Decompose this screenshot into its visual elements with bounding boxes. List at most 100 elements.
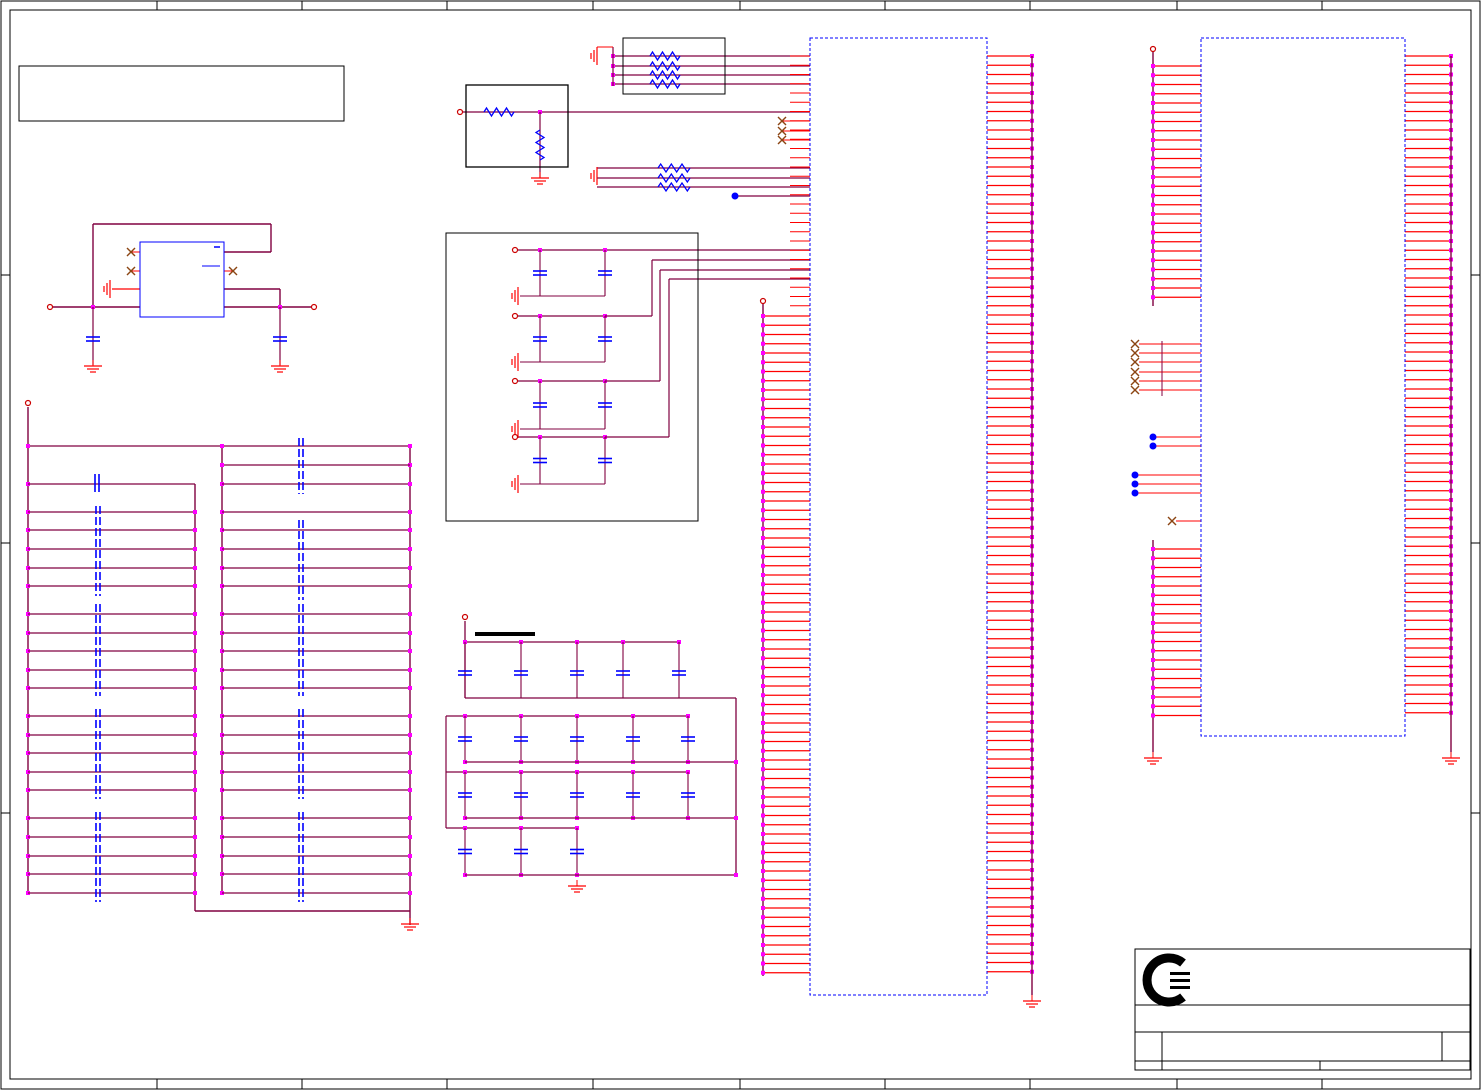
junction-icon [761, 804, 765, 809]
junction-icon [761, 739, 765, 744]
junction-icon [1151, 621, 1155, 625]
junction-icon [408, 788, 412, 792]
junction-icon [408, 547, 412, 551]
power-port-icon [310, 303, 318, 311]
junction-icon [1151, 101, 1155, 105]
title-block [1134, 948, 1471, 1071]
main-ic-2 [1200, 37, 1406, 737]
junction-icon [1151, 165, 1155, 170]
junction-icon [761, 397, 765, 402]
power-port-icon [456, 108, 464, 116]
junction-icon [1151, 147, 1155, 152]
junction-icon [1151, 648, 1155, 653]
junction-icon [193, 510, 197, 514]
ground-icon [590, 167, 598, 185]
junction-icon [761, 878, 765, 883]
power-port-icon [511, 377, 519, 385]
resistor-zigzag [649, 69, 681, 81]
junction-icon [193, 835, 197, 839]
junction-icon [193, 668, 197, 672]
junction-icon [761, 896, 765, 901]
no-connect-icon [1130, 367, 1140, 377]
junction-icon [761, 462, 765, 466]
outer-border [0, 0, 1481, 1090]
inner-border [9, 9, 1472, 1080]
junction-icon [193, 686, 197, 690]
junction-icon [1151, 258, 1155, 263]
junction-icon [761, 859, 765, 864]
power-port-icon [46, 303, 54, 311]
junction-icon [1151, 64, 1155, 68]
junction-icon [1151, 73, 1155, 78]
junction-icon [408, 816, 412, 820]
resistor-icon [657, 181, 691, 193]
junction-icon [761, 406, 765, 411]
junction-icon [761, 545, 765, 550]
junction-icon [408, 891, 412, 895]
junction-icon [761, 730, 765, 735]
junction-icon [408, 872, 412, 876]
junction-icon [761, 850, 765, 855]
junction-icon [26, 444, 30, 448]
junction-icon [1151, 91, 1155, 96]
ground-icon [568, 880, 586, 893]
junction-icon [761, 647, 765, 651]
junction-icon [1151, 602, 1155, 607]
junction-icon [1151, 658, 1155, 662]
junction-icon [1151, 704, 1155, 709]
junction-icon [1151, 230, 1155, 235]
company-logo-icon [1142, 953, 1190, 1007]
junction-icon [1131, 480, 1139, 488]
junction-icon [761, 933, 765, 938]
resistor-icon [657, 172, 691, 184]
junction-icon [1151, 574, 1155, 579]
junction-icon [1151, 639, 1155, 644]
junction-icon [761, 591, 765, 596]
junction-icon [408, 714, 412, 718]
sheet-frame [0, 0, 1481, 1090]
ground-icon [531, 172, 549, 185]
schematic-sheet [0, 0, 1481, 1090]
junction-icon [1151, 110, 1155, 115]
junction-icon [1151, 611, 1155, 616]
junction-icon [761, 526, 765, 531]
ground-icon [401, 918, 419, 931]
ground-icon [103, 280, 111, 298]
ground-icon [1144, 752, 1162, 765]
resistor-icon [657, 162, 691, 174]
resistor-icon [483, 106, 515, 118]
power-port-icon [511, 433, 519, 441]
junction-icon [1151, 193, 1155, 198]
junction-icon [193, 891, 197, 895]
ground-icon [271, 360, 289, 373]
junction-icon [761, 378, 765, 383]
junction-icon [408, 482, 412, 486]
junction-icon [1151, 676, 1155, 681]
junction-icon [761, 480, 765, 485]
junction-icon [761, 684, 765, 688]
junction-icon [761, 517, 765, 522]
junction-icon [193, 751, 197, 755]
junction-icon [1151, 119, 1155, 124]
junction-icon [761, 748, 765, 753]
junction-icon [761, 425, 765, 429]
junction-icon [193, 733, 197, 737]
junction-icon [1151, 138, 1155, 142]
junction-icon [761, 721, 765, 725]
junction-icon [761, 323, 765, 328]
junction-icon [761, 924, 765, 929]
junction-icon [761, 656, 765, 661]
junction-icon [1151, 202, 1155, 207]
junction-icon [761, 610, 765, 614]
regulator-ic [139, 241, 225, 318]
junction-icon [1151, 565, 1155, 570]
junction-icon [193, 770, 197, 774]
junction-icon [408, 751, 412, 755]
junction-icon [761, 332, 765, 337]
junction-icon [1131, 471, 1139, 479]
junction-icon [193, 816, 197, 820]
resistor-zigzag [649, 50, 681, 62]
junction-icon [408, 686, 412, 690]
junction-icon [761, 499, 765, 503]
resistor-zigzag [483, 106, 515, 118]
